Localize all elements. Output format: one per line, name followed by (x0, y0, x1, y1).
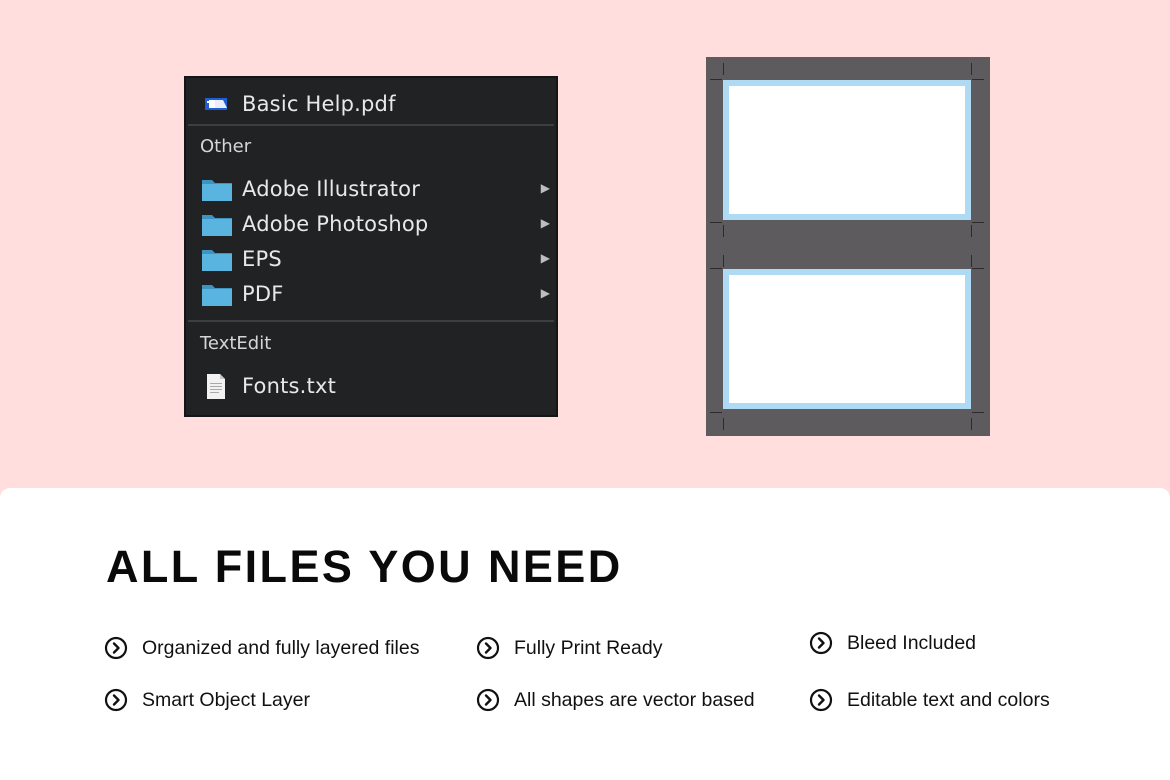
menu-item-label: PDF (242, 282, 284, 306)
folder-icon (201, 247, 233, 272)
submenu-arrow-icon: ▶ (540, 251, 550, 265)
submenu-arrow-icon: ▶ (540, 286, 550, 300)
crop-mark (710, 268, 722, 269)
folder-icon (201, 177, 233, 202)
folder-icon (201, 212, 233, 237)
menu-divider (188, 320, 554, 322)
headline: ALL FILES YOU NEED (106, 541, 623, 592)
crop-mark (971, 255, 972, 267)
crop-mark (710, 412, 722, 413)
card-back (723, 269, 971, 409)
submenu-arrow-icon: ▶ (540, 216, 550, 230)
card-safe-area (729, 86, 965, 214)
section-header-other: Other (200, 136, 252, 157)
submenu-arrow-icon: ▶ (540, 181, 550, 195)
crop-mark (723, 418, 724, 430)
chevron-right-circle-icon (104, 636, 128, 660)
feature-label: All shapes are vector based (514, 689, 755, 711)
feature-label: Editable text and colors (847, 689, 1050, 711)
feature-label: Bleed Included (847, 632, 977, 654)
menu-item-label: EPS (242, 247, 282, 271)
menu-item-adobe-illustrator[interactable]: Adobe Illustrator ▶ (186, 173, 556, 203)
crop-mark (710, 222, 722, 223)
chevron-right-circle-icon (809, 631, 833, 655)
crop-mark (723, 255, 724, 267)
text-file-icon (201, 374, 233, 399)
feature-label: Fully Print Ready (514, 637, 663, 659)
crop-mark (710, 79, 722, 80)
chevron-right-circle-icon (476, 636, 500, 660)
menu-divider (188, 124, 554, 126)
feature-label: Smart Object Layer (142, 689, 310, 711)
card-front (723, 80, 971, 220)
crop-mark (972, 268, 984, 269)
crop-mark (971, 418, 972, 430)
menu-item-adobe-photoshop[interactable]: Adobe Photoshop ▶ (186, 208, 556, 238)
menu-item-label: Basic Help.pdf (242, 92, 396, 116)
feature-label: Organized and fully layered files (142, 637, 420, 659)
menu-item-basic-help-pdf[interactable]: Basic Help.pdf (186, 88, 556, 118)
crop-mark (972, 222, 984, 223)
open-with-menu: Basic Help.pdf Other Adobe Illustrator ▶… (184, 76, 558, 417)
chevron-right-circle-icon (809, 688, 833, 712)
crop-mark (971, 225, 972, 237)
crop-mark (972, 412, 984, 413)
section-header-textedit: TextEdit (200, 333, 272, 354)
crop-mark (723, 225, 724, 237)
crop-mark (971, 63, 972, 75)
chevron-right-circle-icon (476, 688, 500, 712)
features-panel: ALL FILES YOU NEED Organized and fully l… (0, 488, 1170, 780)
menu-item-fonts-txt[interactable]: Fonts.txt (186, 370, 556, 400)
pdf-file-icon (201, 92, 233, 117)
crop-mark (723, 63, 724, 75)
menu-item-label: Adobe Photoshop (242, 212, 429, 236)
menu-item-eps[interactable]: EPS ▶ (186, 243, 556, 273)
chevron-right-circle-icon (104, 688, 128, 712)
card-safe-area (729, 275, 965, 403)
folder-icon (201, 282, 233, 307)
business-card-preview (706, 57, 990, 436)
menu-item-label: Adobe Illustrator (242, 177, 421, 201)
menu-item-pdf[interactable]: PDF ▶ (186, 278, 556, 308)
menu-item-label: Fonts.txt (242, 374, 337, 398)
crop-mark (972, 79, 984, 80)
